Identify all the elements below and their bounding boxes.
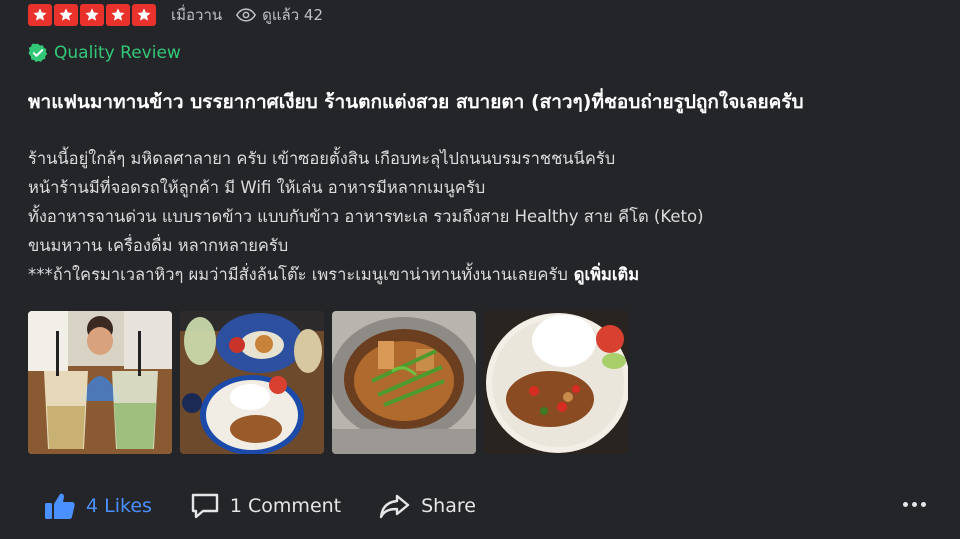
quality-review-label: Quality Review <box>54 43 181 63</box>
read-more-link[interactable]: ดูเพิ่มเติม <box>574 265 639 284</box>
more-dots-icon[interactable] <box>903 502 926 507</box>
review-photos <box>28 311 628 454</box>
star-icon <box>106 4 130 26</box>
rating-stars <box>28 4 156 26</box>
thumbs-up-icon <box>44 492 76 520</box>
review-body-line: ***ถ้าใครมาเวลาหิวๆ ผมว่ามีสั่งล้นโต๊ะ เ… <box>28 265 568 284</box>
star-icon <box>80 4 104 26</box>
review-body-line: ทั้งอาหารจานด่วน แบบราดข้าว แบบกับข้าว อ… <box>28 207 704 226</box>
star-icon <box>28 4 52 26</box>
review-meta: เมื่อวาน ดูแล้ว 42 <box>171 3 323 27</box>
review-photo-drinks[interactable] <box>28 311 172 454</box>
star-icon <box>132 4 156 26</box>
star-icon <box>54 4 78 26</box>
review-photo-rice-dish[interactable] <box>484 311 628 454</box>
eye-icon <box>236 8 257 22</box>
share-button[interactable]: Share <box>379 493 476 519</box>
review-title[interactable]: พาแฟนมาทานข้าว บรรยากาศเงียบ ร้านตกแต่งส… <box>28 87 938 117</box>
likes-count: 4 Likes <box>86 495 152 517</box>
like-button[interactable]: 4 Likes <box>44 492 152 520</box>
quality-review-badge: Quality Review <box>28 43 181 63</box>
review-body-line: ร้านนี้อยู่ใกล้ๆ มหิดลศาลายา ครับ เข้าซอ… <box>28 149 616 168</box>
comment-count: 1 Comment <box>229 495 342 517</box>
review-card: เมื่อวาน ดูแล้ว 42 Quality Review พาแฟนม… <box>0 0 960 539</box>
review-body: ร้านนี้อยู่ใกล้ๆ มหิดลศาลายา ครับ เข้าซอ… <box>28 144 928 289</box>
review-photo-noodle-bowl[interactable] <box>332 311 476 454</box>
review-actions: 4 Likes 1 Comment Share <box>44 488 934 524</box>
view-count: ดูแล้ว 42 <box>262 6 324 24</box>
comment-icon <box>190 492 220 520</box>
review-photo-dishes[interactable] <box>180 311 324 454</box>
share-label: Share <box>421 495 476 517</box>
check-badge-icon <box>28 43 48 63</box>
review-body-line: ขนมหวาน เครื่องดื่ม หลากหลายครับ <box>28 236 289 255</box>
review-body-line-last: ***ถ้าใครมาเวลาหิวๆ ผมว่ามีสั่งล้นโต๊ะ เ… <box>28 260 928 289</box>
review-time: เมื่อวาน <box>171 6 223 24</box>
review-body-line: หน้าร้านมีที่จอดรถให้ลูกค้า มี Wifi ให้เ… <box>28 178 486 197</box>
comment-button[interactable]: 1 Comment <box>190 492 341 520</box>
review-header: เมื่อวาน ดูแล้ว 42 <box>28 3 323 27</box>
share-arrow-icon <box>379 493 411 519</box>
